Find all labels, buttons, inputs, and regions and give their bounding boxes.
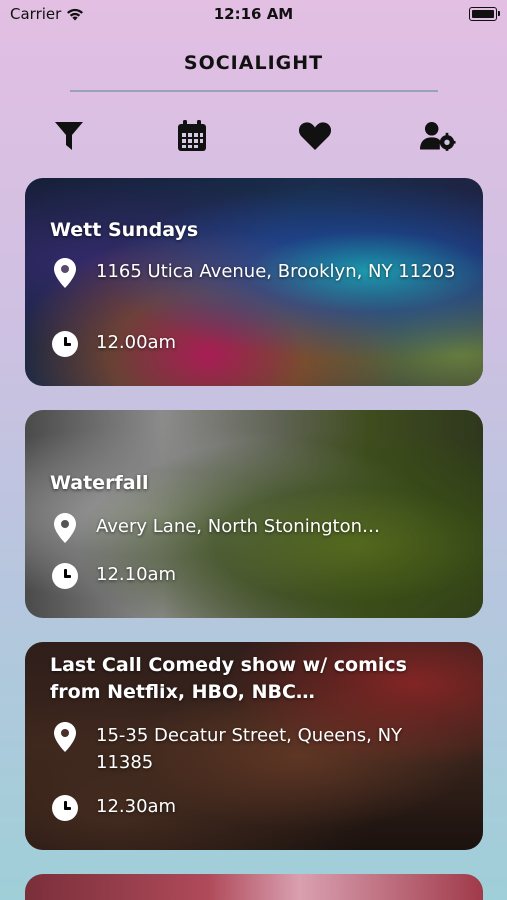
- clock-icon: [52, 795, 78, 821]
- event-location: 1165 Utica Avenue, Brooklyn, NY 11203: [50, 258, 463, 288]
- event-card-waterfall[interactable]: Waterfall Avery Lane, North Stonington… …: [25, 410, 483, 618]
- event-address: 15-35 Decatur Street, Queens, NY 11385: [96, 725, 403, 773]
- user-settings-button[interactable]: [420, 118, 456, 154]
- status-time: 12:16 AM: [213, 5, 294, 23]
- calendar-icon: [178, 120, 206, 151]
- location-pin-icon: [54, 513, 76, 543]
- event-location: 15-35 Decatur Street, Queens, NY 11385: [50, 722, 463, 776]
- header-divider: [70, 90, 438, 92]
- filter-button[interactable]: [51, 118, 87, 154]
- event-title: Wett Sundays: [50, 219, 199, 241]
- status-bar: Carrier 12:16 AM: [0, 0, 507, 28]
- clock-icon: [52, 331, 78, 357]
- event-address: 1165 Utica Avenue, Brooklyn, NY 11203: [96, 261, 456, 282]
- event-card-wett-sundays[interactable]: Wett Sundays 1165 Utica Avenue, Brooklyn…: [25, 178, 483, 386]
- event-card-last-call-comedy[interactable]: Last Call Comedy show w/ comics from Net…: [25, 642, 483, 850]
- favorites-button[interactable]: [297, 118, 333, 154]
- filter-icon: [55, 122, 83, 150]
- calendar-button[interactable]: [174, 118, 210, 154]
- clock-icon: [52, 563, 78, 589]
- app-title: SOCIALIGHT: [183, 52, 324, 74]
- event-time-row: 12.00am: [50, 329, 176, 359]
- battery-icon: [469, 7, 500, 21]
- event-time-row: 12.30am: [50, 793, 176, 823]
- event-card-partial[interactable]: [25, 874, 483, 900]
- user-settings-icon: [420, 122, 456, 151]
- event-time: 12.00am: [96, 332, 177, 353]
- heart-icon: [298, 122, 332, 150]
- event-title: Last Call Comedy show w/ comics from Net…: [50, 654, 407, 703]
- event-time-row: 12.10am: [50, 561, 176, 591]
- toolbar: [0, 118, 507, 154]
- location-pin-icon: [54, 258, 76, 288]
- event-address: Avery Lane, North Stonington…: [96, 516, 381, 537]
- event-time: 12.10am: [96, 564, 177, 585]
- location-pin-icon: [54, 722, 76, 752]
- event-location: Avery Lane, North Stonington…: [50, 513, 463, 543]
- event-image: [25, 874, 483, 900]
- event-title: Waterfall: [50, 472, 149, 494]
- event-time: 12.30am: [96, 796, 177, 817]
